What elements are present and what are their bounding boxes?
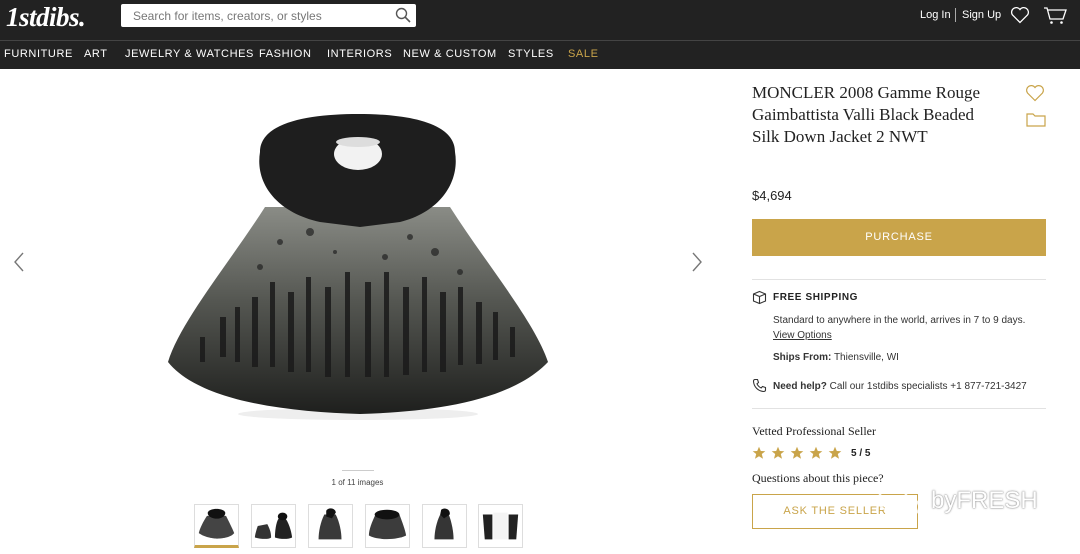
ships-from-value: Thiensville, WI — [831, 352, 899, 363]
thumbnail-1[interactable] — [194, 504, 239, 548]
star-icon — [790, 446, 804, 459]
star-icon — [828, 446, 842, 459]
product-price: $4,694 — [752, 188, 792, 203]
section-divider-2 — [752, 408, 1046, 409]
chevron-right-icon[interactable] — [690, 251, 704, 273]
wechat-watermark-icon — [877, 488, 920, 518]
site-logo[interactable]: 1stdibs. — [6, 2, 86, 33]
watermark-text: byFRESH — [931, 487, 1038, 514]
signup-link[interactable]: Sign Up — [962, 9, 1001, 21]
nav-interiors[interactable]: INTERIORS — [327, 48, 392, 60]
seller-rating: 5 / 5 — [851, 448, 871, 459]
chevron-left-icon[interactable] — [12, 251, 26, 273]
thumbnail-2[interactable] — [251, 504, 296, 548]
search-box[interactable] — [121, 4, 416, 27]
main-nav: FURNITURE ART JEWELRY & WATCHES FASHION … — [0, 40, 1080, 69]
box-icon — [752, 290, 767, 305]
nav-jewelry-watches[interactable]: JEWELRY & WATCHES — [125, 48, 254, 60]
thumbnail-6[interactable] — [478, 504, 523, 548]
thumbnail-4[interactable] — [365, 504, 410, 548]
thumbnail-5[interactable] — [422, 504, 467, 548]
nav-sale[interactable]: SALE — [568, 48, 599, 60]
help-text: Need help? Call our 1stdibs specialists … — [773, 381, 1027, 392]
shipping-description: Standard to anywhere in the world, arriv… — [773, 315, 1026, 326]
nav-art[interactable]: ART — [84, 48, 108, 60]
questions-label: Questions about this piece? — [752, 471, 884, 485]
search-input[interactable] — [121, 4, 381, 27]
star-icon — [809, 446, 823, 459]
nav-new-custom[interactable]: NEW & CUSTOM — [403, 48, 497, 60]
ships-from: Ships From: Thiensville, WI — [773, 352, 899, 363]
help-phone[interactable]: Call our 1stdibs specialists +1 877-721-… — [827, 381, 1027, 392]
star-icon — [771, 446, 785, 459]
nav-styles[interactable]: STYLES — [508, 48, 554, 60]
product-title: MONCLER 2008 Gamme Rouge Gaimbattista Va… — [752, 83, 981, 146]
ships-from-label: Ships From: — [773, 352, 832, 363]
help-label: Need help? — [773, 381, 827, 392]
favorite-heart-icon[interactable] — [1025, 84, 1045, 102]
cart-icon[interactable] — [1043, 6, 1067, 25]
heart-icon[interactable] — [1010, 6, 1030, 24]
image-count: 1 of 11 images — [331, 478, 384, 487]
nav-furniture[interactable]: FURNITURE — [4, 48, 73, 60]
star-icon — [752, 446, 766, 459]
shipping-title: FREE SHIPPING — [773, 292, 859, 303]
search-icon[interactable] — [395, 7, 411, 23]
product-main-image[interactable] — [160, 112, 555, 427]
image-count-divider — [342, 470, 374, 471]
phone-icon — [752, 378, 767, 393]
thumbnail-3[interactable] — [308, 504, 353, 548]
section-divider — [752, 279, 1046, 280]
top-bar: 1stdibs. Log In Sign Up — [0, 0, 1080, 40]
purchase-button[interactable]: PURCHASE — [752, 219, 1046, 256]
nav-fashion[interactable]: FASHION — [259, 48, 312, 60]
folder-icon[interactable] — [1026, 111, 1046, 127]
login-link[interactable]: Log In — [920, 9, 951, 21]
header-divider — [955, 8, 956, 22]
view-options-link[interactable]: View Options — [773, 330, 832, 341]
vetted-seller-label: Vetted Professional Seller — [752, 424, 876, 438]
